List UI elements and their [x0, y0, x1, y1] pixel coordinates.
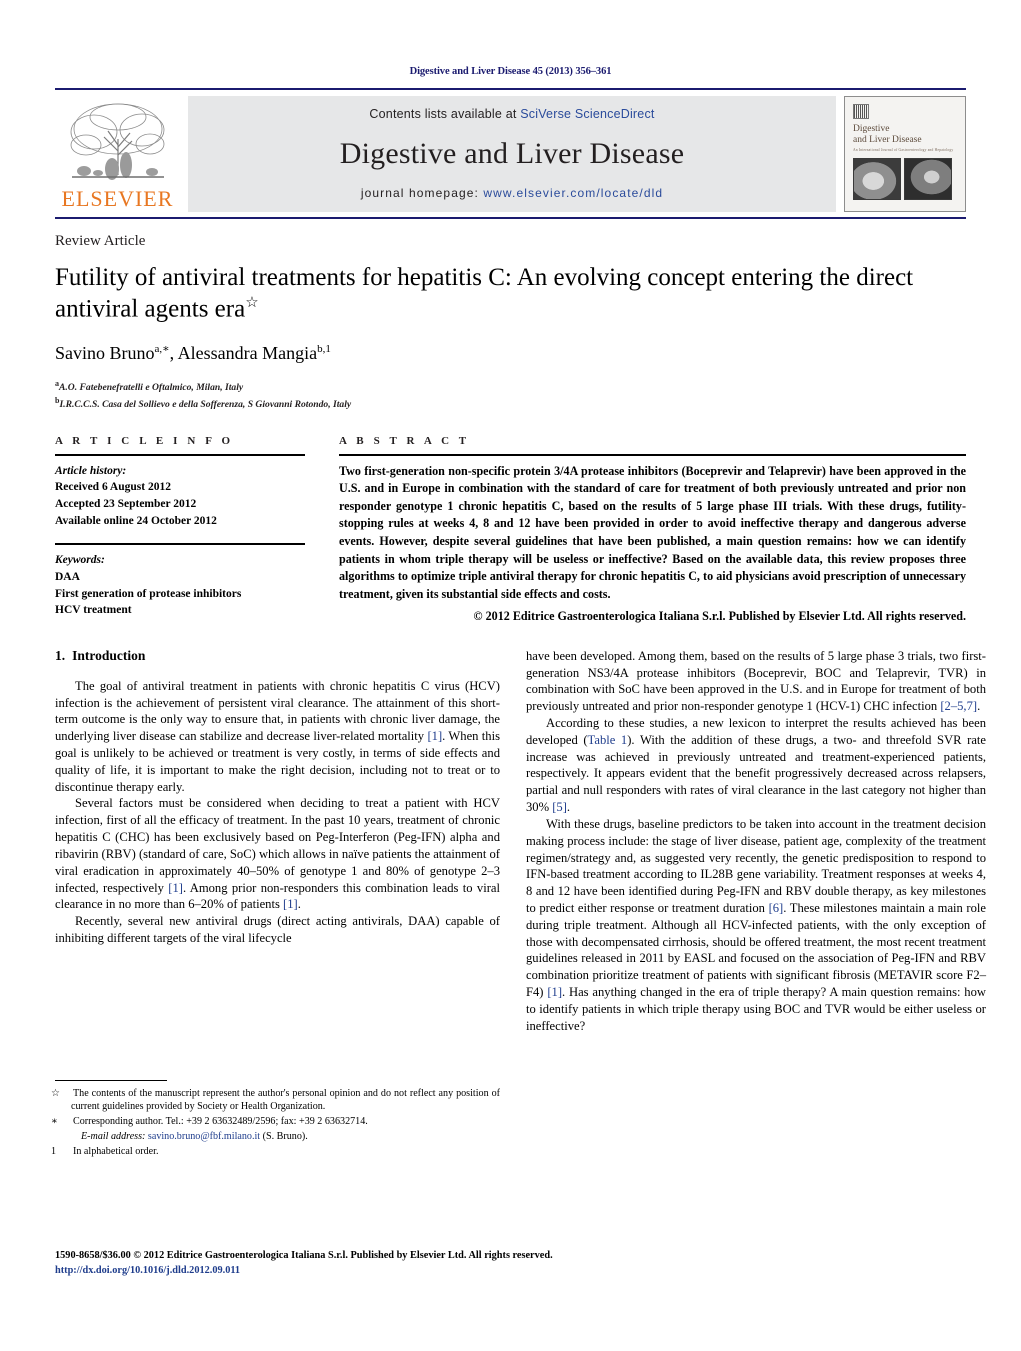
article-history-label: Article history: [55, 464, 127, 477]
footer-doi-link[interactable]: http://dx.doi.org/10.1016/j.dld.2012.09.… [55, 1264, 615, 1278]
footer-copyright-line: 1590-8658/$36.00 © 2012 Editrice Gastroe… [55, 1250, 553, 1262]
cover-subtitle: An International Journal of Gastroentero… [853, 147, 954, 152]
keyword-item: HCV treatment [55, 604, 132, 617]
article-type-label: Review Article [55, 233, 146, 249]
footnotes-block: ☆ The contents of the manuscript represen… [51, 1079, 500, 1160]
title-footnote-marker: ☆ [245, 294, 259, 311]
affiliation-a-text: A.O. Fatebenefratelli e Oftalmico, Milan… [59, 382, 244, 394]
cover-scan-left [853, 157, 901, 200]
citation-link[interactable]: [2–5,7] [940, 699, 977, 713]
article-info-rule [55, 453, 305, 456]
keywords-rule [55, 543, 305, 546]
section-heading-introduction: 1. Introduction [55, 648, 500, 664]
elsevier-tree-icon [70, 103, 164, 180]
body-column-right: have been developed. Among them, based o… [526, 648, 986, 1035]
abstract-text: Two first-generation non-specific protei… [339, 463, 966, 602]
journal-article-page: Digestive and Liver Disease 45 (2013) 35… [0, 0, 1021, 1351]
abstract-column: A B S T R A C T Two first-generation non… [339, 435, 966, 624]
section-title: Introduction [72, 647, 146, 663]
cover-scan-images [853, 157, 957, 200]
cover-title-line2: and Liver Disease [853, 134, 922, 145]
cover-scan-right [904, 157, 952, 200]
journal-homepage-line: journal homepage: www.elsevier.com/locat… [361, 186, 663, 200]
journal-masthead: ELSEVIER Contents lists available at Sci… [55, 88, 966, 212]
info-abstract-block: A R T I C L E I N F O Article history: R… [55, 435, 966, 624]
footnote-text: Corresponding author. Tel.: +39 2 636324… [73, 1116, 368, 1128]
body-column-left: 1. Introduction The goal of antiviral tre… [51, 648, 500, 1157]
sciencedirect-link[interactable]: SciVerse ScienceDirect [520, 107, 654, 121]
footnote-alphabetical: 1 In alphabetical order. [51, 1145, 500, 1159]
cover-title: Digestive and Liver Disease [853, 124, 957, 146]
email-address-label: E-mail address: [81, 1130, 146, 1142]
abstract-heading: A B S T R A C T [339, 434, 470, 447]
page-footer: 1590-8658/$36.00 © 2012 Editrice Gastroe… [55, 1249, 615, 1278]
article-info-column: A R T I C L E I N F O Article history: R… [55, 435, 305, 624]
article-info-heading: A R T I C L E I N F O [55, 434, 234, 447]
email-link[interactable]: savino.bruno@fbf.milano.it [148, 1131, 260, 1142]
citation-link[interactable]: [1] [427, 729, 442, 743]
affiliation-b: bI.R.C.C.S. Casa del Sollievo e della So… [55, 395, 966, 412]
contents-available-line: Contents lists available at SciVerse Sci… [369, 107, 654, 121]
contents-prefix: Contents lists available at [369, 107, 521, 121]
article-header: Review Article Futility of antiviral tre… [55, 219, 966, 413]
running-head: Digestive and Liver Disease 45 (2013) 35… [409, 66, 612, 77]
journal-cover-thumbnail: Digestive and Liver Disease An Internati… [844, 96, 966, 212]
abstract-rule [339, 453, 966, 456]
elsevier-wordmark: ELSEVIER [61, 186, 174, 211]
keyword-item: First generation of protease inhibitors [55, 587, 242, 600]
citation-link[interactable]: [1] [547, 985, 562, 999]
article-history-online: Available online 24 October 2012 [55, 514, 217, 527]
elsevier-logo: ELSEVIER [55, 96, 180, 212]
citation-link[interactable]: [1] [168, 881, 183, 895]
table-link[interactable]: Table 1 [588, 733, 628, 747]
footnote-corresponding-author: ∗ Corresponding author. Tel.: +39 2 63632… [51, 1115, 500, 1129]
affiliation-b-text: I.R.C.C.S. Casa del Sollievo e della Sof… [59, 399, 352, 411]
email-suffix: (S. Bruno). [260, 1130, 308, 1142]
article-history-received: Received 6 August 2012 [55, 481, 171, 494]
abstract-copyright: © 2012 Editrice Gastroenterologica Itali… [473, 608, 966, 623]
footnote-email: E-mail address: savino.bruno@fbf.milano.… [55, 1130, 500, 1144]
section-number: 1. [55, 647, 66, 663]
homepage-label: journal homepage: [360, 186, 484, 200]
paper-title-text: Futility of antiviral treatments for hep… [55, 264, 914, 322]
keywords-label: Keywords: [55, 554, 105, 567]
cover-title-line1: Digestive [853, 124, 890, 134]
journal-homepage-url[interactable]: www.elsevier.com/locate/dld [483, 186, 663, 200]
page-title: Futility of antiviral treatments for hep… [55, 263, 966, 324]
journal-title: Digestive and Liver Disease [339, 136, 685, 170]
paragraph: Recently, several new antiviral drugs (d… [55, 914, 500, 945]
keyword-item: DAA [55, 570, 80, 583]
footnote-marker: ∗ [51, 1116, 58, 1128]
paragraph: According to these studies, a new lexico… [526, 716, 986, 815]
citation-link[interactable]: [1] [283, 897, 298, 911]
paragraph: With these drugs, baseline predictors to… [526, 816, 986, 1033]
article-history-accepted: Accepted 23 September 2012 [55, 497, 197, 510]
article-body: 1. Introduction The goal of antiviral tre… [51, 648, 986, 1157]
cover-barcode-icon [853, 104, 869, 119]
footnote-marker: ☆ [51, 1087, 61, 1099]
paragraph: The goal of antiviral treatment in patie… [55, 678, 500, 794]
journal-title-band: Contents lists available at SciVerse Sci… [188, 96, 836, 212]
author-list: Savino Brunoa,∗, Alessandra Mangiab,1 [55, 343, 331, 364]
footnote-text: In alphabetical order. [73, 1145, 159, 1157]
citation-link[interactable]: [6] [769, 901, 784, 915]
footnote-marker: 1 [51, 1145, 57, 1157]
keywords-block: Keywords: DAA First generation of protea… [55, 543, 305, 619]
paragraph: Several factors must be considered when … [55, 796, 500, 912]
paragraph: have been developed. Among them, based o… [526, 648, 986, 714]
citation-link[interactable]: [5] [552, 800, 567, 814]
footnote-rule [55, 1079, 167, 1081]
footnote-star: ☆ The contents of the manuscript represen… [51, 1087, 500, 1114]
affiliation-a: aA.O. Fatebenefratelli e Oftalmico, Mila… [55, 378, 966, 395]
footnote-text: The contents of the manuscript represent… [71, 1087, 500, 1113]
